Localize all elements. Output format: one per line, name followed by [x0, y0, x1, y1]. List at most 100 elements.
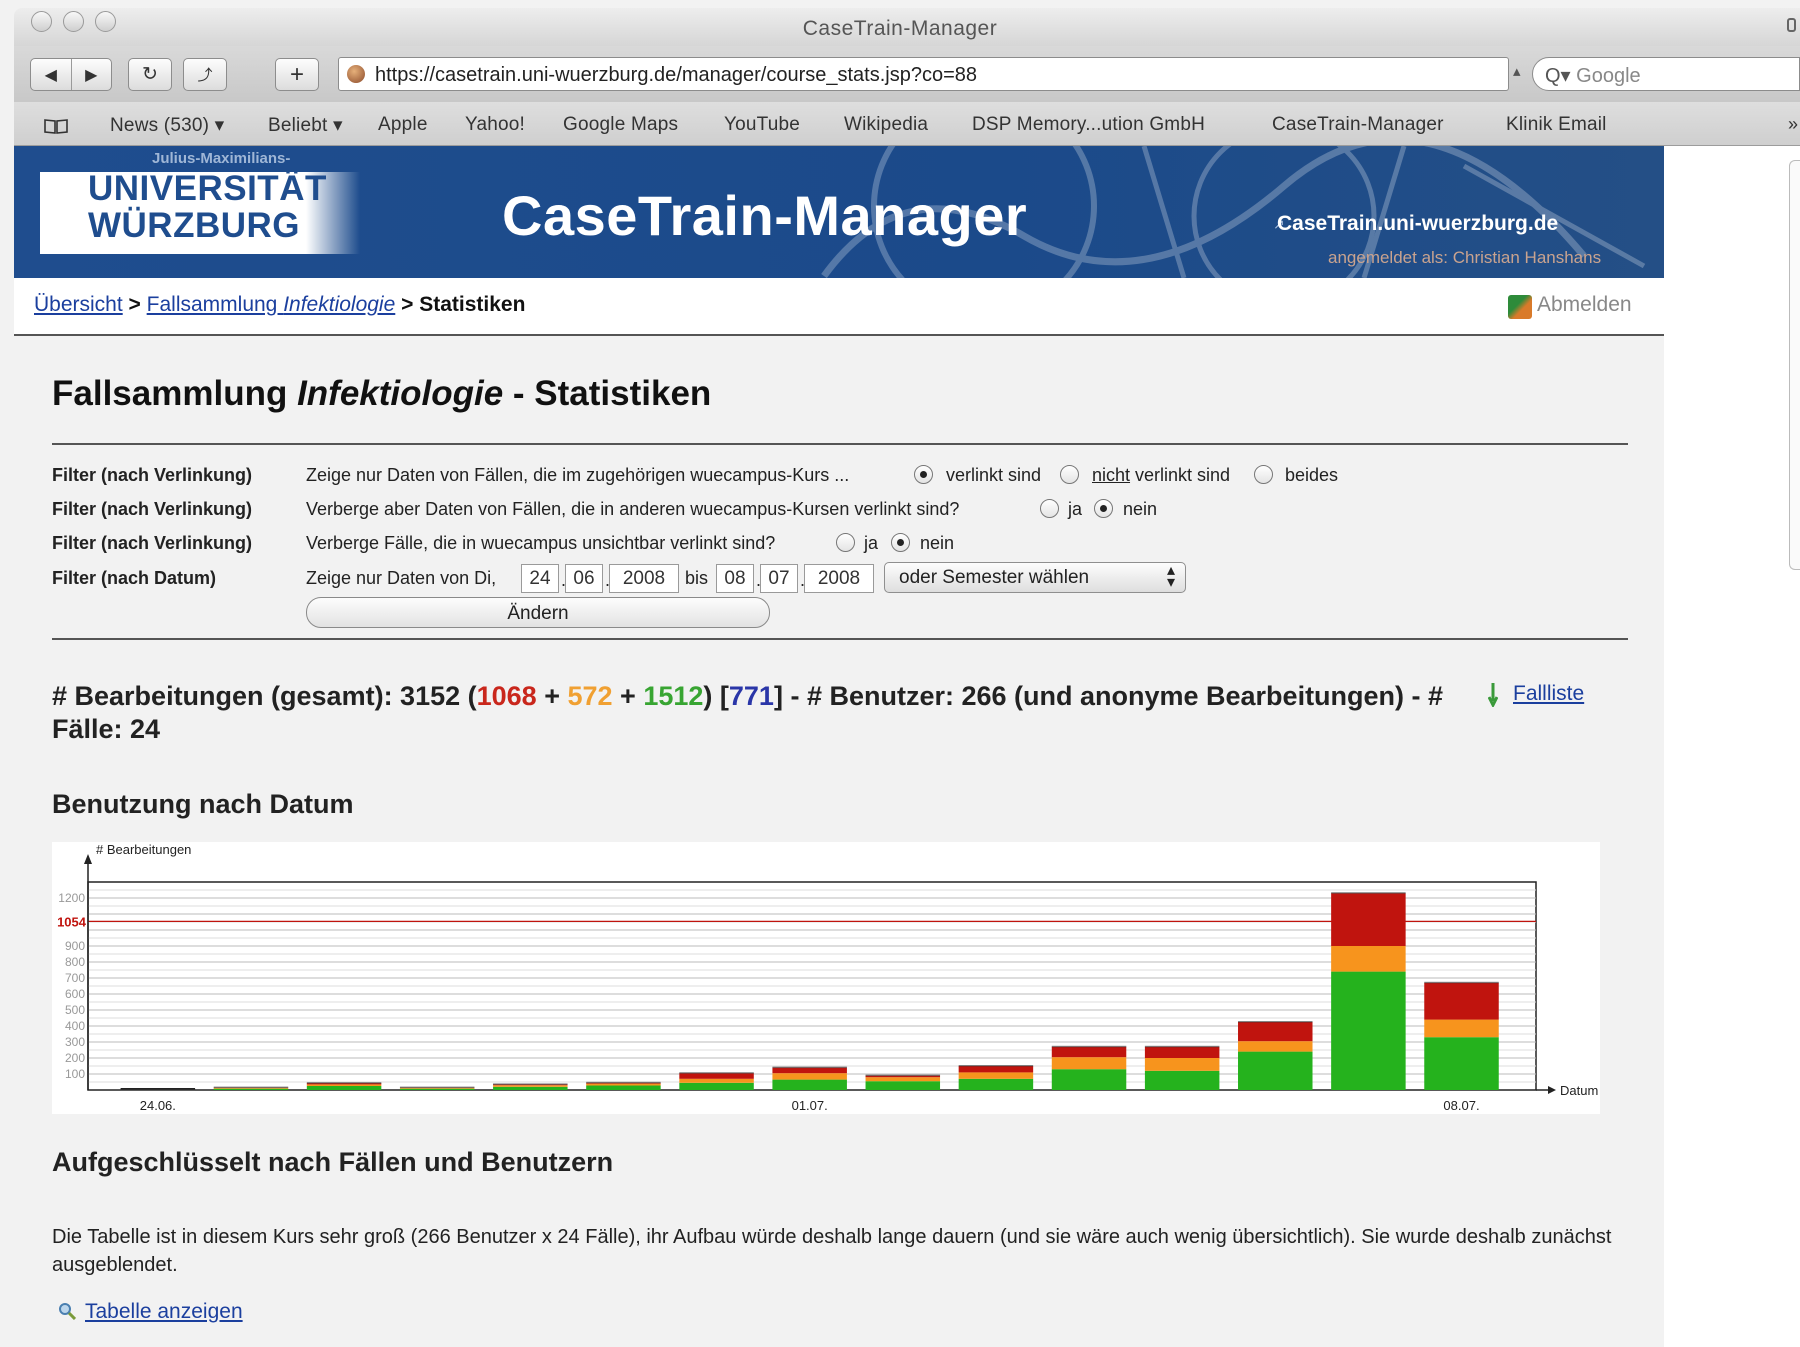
search-icon: Q▾ [1545, 65, 1571, 87]
radio-not-linked[interactable] [1060, 465, 1079, 484]
bar-segment [958, 1066, 1034, 1073]
date-between-label: bis [685, 568, 709, 588]
search-placeholder: Google [1576, 65, 1641, 87]
filter-question: Zeige nur Daten von Fällen, die im zugeh… [306, 465, 850, 485]
radio-hide-other-yes-label[interactable]: ja [1068, 499, 1082, 520]
bookmarks-book-icon[interactable] [44, 119, 68, 134]
case-list-link[interactable]: Fallliste [1513, 682, 1584, 706]
bar-top-edge [493, 1083, 568, 1085]
bar-segment [1238, 1022, 1313, 1042]
window-title: CaseTrain-Manager [802, 17, 998, 40]
bar-segment [772, 1067, 847, 1074]
bookmark-google-maps[interactable]: Google Maps [563, 114, 678, 136]
reload-icon: ↻ [142, 64, 158, 85]
search-field[interactable]: Q▾ Google [1532, 57, 1800, 91]
download-arrow-icon [1488, 683, 1498, 707]
y-tick-label: 900 [65, 939, 85, 953]
logo-julius-maximilians: Julius-Maximilians- [152, 150, 291, 167]
radio-hide-invisible-no-label[interactable]: nein [920, 533, 954, 554]
add-bookmark-button[interactable]: + [275, 58, 319, 91]
snapback-button[interactable]: ⤴ [183, 58, 227, 91]
radio-hide-other-yes[interactable] [1040, 499, 1059, 518]
y-tick-label: 300 [65, 1035, 85, 1049]
forward-arrow-icon[interactable]: ▶ [70, 59, 112, 90]
bar-segment [306, 1084, 382, 1086]
bar-segment [1051, 1057, 1127, 1070]
y-axis-arrow [84, 854, 92, 864]
from-day-input[interactable] [521, 564, 559, 593]
radio-hide-invisible-no[interactable] [891, 533, 910, 552]
back-forward-buttons: ◀ ▶ [30, 58, 112, 91]
bar-top-edge [958, 1065, 1034, 1067]
bar-top-edge [865, 1074, 941, 1077]
filter-label: Filter (nach Verlinkung) [52, 499, 253, 519]
radio-hide-invisible-yes[interactable] [836, 533, 855, 552]
bookmark-casetrain-manager[interactable]: CaseTrain-Manager [1272, 114, 1444, 136]
radio-hide-invisible-yes-label[interactable]: ja [864, 533, 878, 554]
breadcrumb-overview-link[interactable]: Übersicht [34, 293, 123, 316]
bookmark-klinik-email[interactable]: Klinik Email [1506, 114, 1607, 136]
logout-icon[interactable] [1508, 295, 1532, 319]
back-arrow-icon[interactable]: ◀ [31, 59, 71, 90]
breadcrumb-collection-link[interactable]: Fallsammlung Infektiologie [147, 293, 396, 316]
bar-top-edge [1144, 1045, 1220, 1048]
radio-both-label[interactable]: beides [1285, 465, 1338, 486]
logout-link[interactable]: Abmelden [1537, 293, 1632, 317]
x-tick-label: 24.06. [140, 1098, 176, 1113]
radio-hide-other-no[interactable] [1094, 499, 1113, 518]
breakdown-description: Die Tabelle ist in diesem Kurs sehr groß… [52, 1226, 1612, 1276]
vertical-scrollbar[interactable] [1789, 160, 1800, 570]
bar-segment [679, 1082, 754, 1090]
divider [52, 638, 1628, 640]
y-tick-label: 200 [65, 1051, 85, 1065]
url-text[interactable]: https://casetrain.uni-wuerzburg.de/manag… [375, 64, 977, 87]
max-line-label: 1054 [57, 914, 87, 929]
bookmark-news[interactable]: News (530) ▾ [110, 114, 224, 137]
bar-segment [213, 1088, 289, 1090]
plus-icon: + [289, 60, 304, 88]
bookmark-wikipedia[interactable]: Wikipedia [844, 114, 928, 136]
to-year-input[interactable] [804, 564, 874, 593]
bar-segment [1424, 1019, 1499, 1038]
radio-linked-label[interactable]: verlinkt sind [946, 465, 1041, 486]
bar-segment [958, 1078, 1034, 1090]
to-day-input[interactable] [716, 564, 754, 593]
bar-top-edge [772, 1066, 847, 1069]
y-axis-label: # Bearbeitungen [96, 842, 191, 857]
bar-segment [1238, 1041, 1313, 1052]
radio-hide-other-no-label[interactable]: nein [1123, 499, 1157, 520]
from-month-input[interactable] [565, 564, 603, 593]
bar-top-edge [1424, 981, 1499, 984]
bar-top-edge [306, 1082, 382, 1084]
bookmark-beliebt[interactable]: Beliebt ▾ [268, 114, 343, 137]
show-table-link[interactable]: Tabelle anzeigen [85, 1300, 243, 1324]
usage-chart: 1054 100 200 300 400 500 600 700 800 900 1200 # Bea… [52, 842, 1600, 1114]
semester-select[interactable]: oder Semester wählen ▴ ▾ [884, 562, 1186, 593]
radio-linked[interactable] [914, 465, 933, 484]
bookmark-apple[interactable]: Apple [378, 114, 428, 136]
bookmark-yahoo[interactable]: Yahoo! [465, 114, 525, 136]
to-month-input[interactable] [760, 564, 798, 593]
bar-segment [1144, 1058, 1220, 1071]
bar-segment [1144, 1046, 1220, 1058]
url-dropdown-icon[interactable]: ▴ [1513, 62, 1521, 80]
radio-not-linked-label[interactable]: nicht verlinkt sind [1092, 465, 1230, 486]
bar-segment [865, 1077, 941, 1082]
from-year-input[interactable] [609, 564, 679, 593]
bar-segment [493, 1085, 568, 1087]
casetrain-site-link[interactable]: CaseTrain.uni-wuerzburg.de [1277, 212, 1558, 236]
breakdown-heading: Aufgeschlüsselt nach Fällen und Benutzer… [52, 1147, 614, 1177]
y-tick-label: 700 [65, 971, 85, 985]
bar-segment [1051, 1069, 1127, 1090]
url-bar[interactable]: https://casetrain.uni-wuerzburg.de/manag… [338, 57, 1509, 91]
apply-filter-button[interactable]: Ändern [306, 597, 770, 628]
bookmark-youtube[interactable]: YouTube [724, 114, 800, 136]
x-tick-label: 08.07. [1443, 1098, 1479, 1113]
bar-segment [679, 1078, 754, 1083]
more-bookmarks-icon[interactable]: » [1788, 114, 1798, 135]
bookmark-dsp-memory[interactable]: DSP Memory...ution GmbH [972, 114, 1205, 136]
reload-button[interactable]: ↻ [128, 58, 172, 91]
x-axis-label: Datum [1560, 1083, 1598, 1098]
radio-both[interactable] [1254, 465, 1273, 484]
bar-segment [1424, 1037, 1499, 1090]
